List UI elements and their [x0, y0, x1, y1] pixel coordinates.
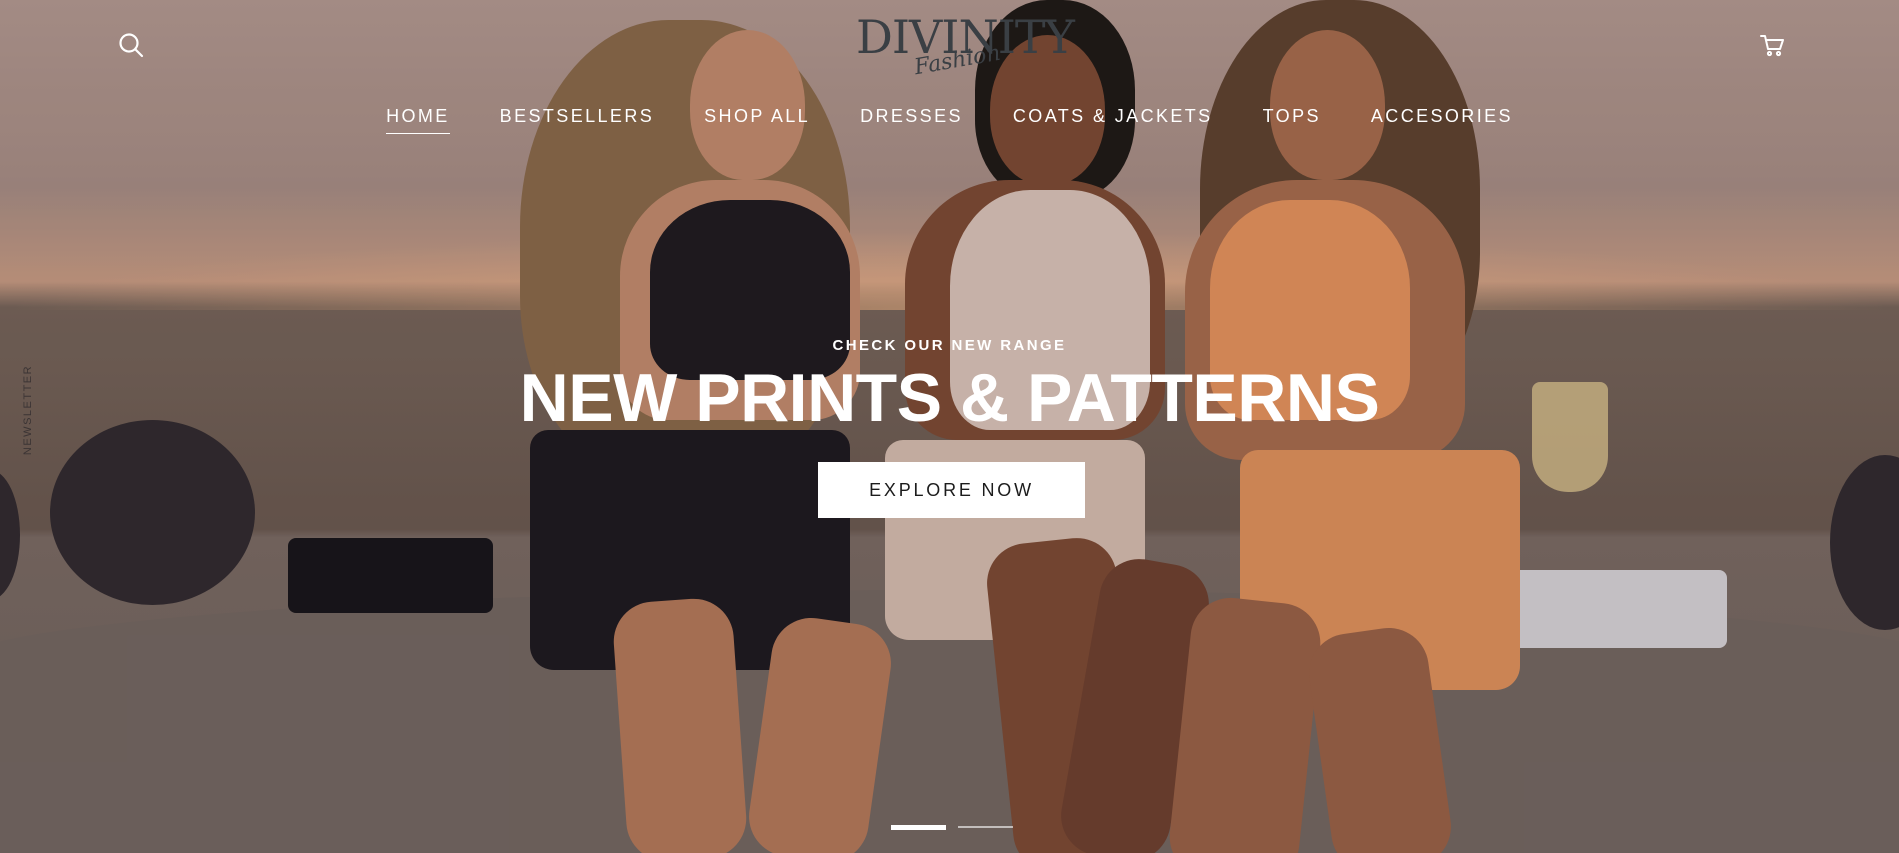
- nav-item-coats-jackets[interactable]: COATS & JACKETS: [988, 104, 1238, 128]
- cart-icon[interactable]: [1756, 29, 1788, 61]
- slider-pagination: [891, 824, 1013, 830]
- hero-eyebrow: CHECK OUR NEW RANGE: [832, 337, 1067, 354]
- nav-item-dresses[interactable]: DRESSES: [835, 104, 988, 128]
- slide-dot-1[interactable]: [891, 824, 946, 830]
- nav-item-tops[interactable]: TOPS: [1238, 104, 1346, 128]
- hero-headline: NEW PRINTS & PATTERNS: [519, 360, 1380, 436]
- explore-now-button[interactable]: EXPLORE NOW: [818, 462, 1085, 518]
- main-navigation: HOME BESTSELLERS SHOP ALL DRESSES COATS …: [0, 104, 1899, 134]
- nav-item-bestsellers[interactable]: BESTSELLERS: [475, 104, 679, 128]
- logo[interactable]: DIVINITY Fashion: [856, 12, 1075, 82]
- nav-item-home[interactable]: HOME: [361, 104, 475, 134]
- slide-dot-2[interactable]: [958, 826, 1013, 828]
- nav-item-shop-all[interactable]: SHOP ALL: [679, 104, 835, 128]
- nav-item-accesories[interactable]: ACCESORIES: [1346, 104, 1538, 128]
- search-icon[interactable]: [115, 29, 147, 61]
